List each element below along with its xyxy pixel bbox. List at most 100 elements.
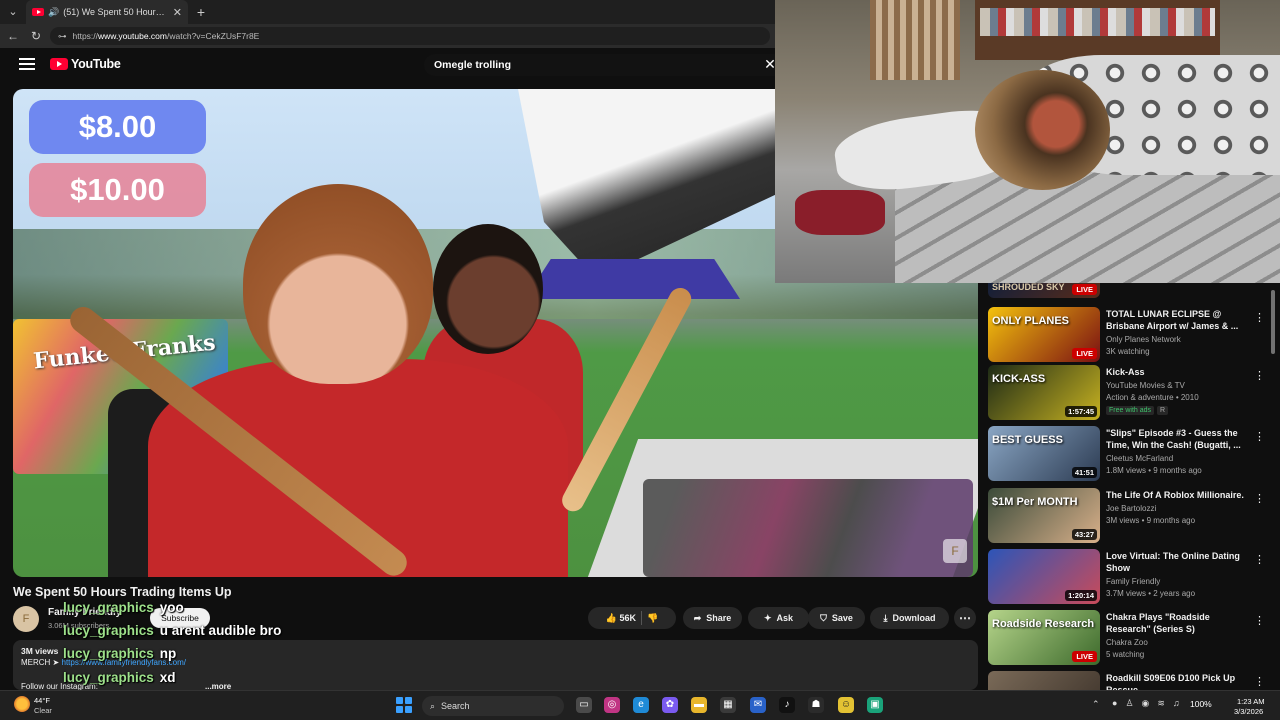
recommended-meta: 5 watching (1106, 650, 1145, 659)
recommended-video[interactable]: KICK-ASS 1:57:45 Kick-Ass YouTube Movies & … (988, 365, 1268, 423)
recommended-title[interactable]: TOTAL LUNAR ECLIPSE @ Brisbane Airport w… (1106, 309, 1246, 332)
snapchat-icon[interactable]: ☺ (838, 697, 854, 713)
like-count: 56K (619, 612, 637, 623)
more-options-icon[interactable]: ⋮ (1254, 614, 1265, 628)
recommended-video[interactable]: $1M Per MONTH 43:27 The Life Of A Roblox M… (988, 488, 1268, 546)
task-view-icon[interactable]: ▭ (576, 697, 592, 713)
webcam-person (975, 70, 1110, 190)
recommended-title[interactable]: Love Virtual: The Online Dating Show (1106, 551, 1246, 574)
recommended-title[interactable]: Kick-Ass (1106, 367, 1246, 379)
recommended-title[interactable]: The Life Of A Roblox Millionaire. (1106, 490, 1246, 502)
taskbar-search[interactable]: ⌕ Search (422, 696, 564, 716)
view-count: 3M views (21, 646, 59, 656)
start-button[interactable] (396, 697, 412, 713)
dislike-button[interactable]: 👎 (647, 613, 658, 624)
video-thumbnail[interactable]: Roadside Research LIVE (988, 610, 1100, 665)
copilot-icon[interactable]: ✿ (662, 697, 678, 713)
file-explorer-icon[interactable]: ▬ (691, 697, 707, 713)
video-thumbnail[interactable]: 1:20:14 (988, 549, 1100, 604)
webcam-red-object (795, 190, 885, 235)
chat-username: lucy_graphics (63, 670, 154, 685)
video-thumbnail[interactable]: LIVE SHROUDED SKY (988, 283, 1100, 298)
back-arrow-icon[interactable]: ← (5, 28, 21, 44)
app-icon[interactable]: ☗ (808, 697, 824, 713)
recommended-video[interactable]: ONLY PLANES LIVE TOTAL LUNAR ECLIPSE @ Bri… (988, 307, 1268, 365)
microphone-icon[interactable]: ♙ (1125, 698, 1133, 709)
download-button[interactable]: ⤓ Download (870, 607, 949, 629)
recommended-title[interactable]: "Slips" Episode #3 - Guess the Time, Win… (1106, 428, 1246, 451)
video-thumbnail[interactable]: KICK-ASS 1:57:45 (988, 365, 1100, 420)
wifi-icon[interactable]: ≋ (1157, 698, 1165, 709)
share-button[interactable]: ➦ Share (683, 607, 742, 629)
reload-icon[interactable]: ↻ (28, 28, 44, 44)
recommended-video[interactable]: BEST GUESS 41:51 "Slips" Episode #3 - Gues… (988, 426, 1268, 484)
video-thumbnail[interactable]: $1M Per MONTH 43:27 (988, 488, 1100, 543)
recommended-video[interactable]: Roadside Research LIVE Chakra Plays "Roads… (988, 610, 1268, 668)
edge-icon[interactable]: e (633, 697, 649, 713)
chat-text: np (159, 646, 177, 661)
store-icon[interactable]: ▦ (720, 697, 736, 713)
recommended-video[interactable]: Roadkill S09E06 D100 Pick Up Rescue ⋮ (988, 671, 1268, 690)
taskbar-search-label: Search (441, 701, 470, 711)
channel-avatar[interactable]: F (13, 606, 39, 632)
price-overlay-bottom: $10.00 (29, 163, 206, 217)
volume-icon[interactable]: ♫ (1173, 698, 1180, 709)
recommended-channel[interactable]: Joe Bartolozzi (1106, 504, 1156, 513)
recommended-title[interactable]: Chakra Plays "Roadside Research" (Series… (1106, 612, 1246, 635)
more-options-icon[interactable]: ⋮ (1254, 369, 1265, 383)
recommended-title[interactable]: Roadkill S09E06 D100 Pick Up Rescue (1106, 673, 1246, 690)
streaming-app-icon[interactable]: ▣ (867, 697, 883, 713)
more-options-icon[interactable]: ⋮ (1254, 675, 1265, 689)
like-button[interactable]: 👍 56K (606, 613, 636, 624)
sidebar-scrollbar-thumb[interactable] (1271, 290, 1275, 354)
recommended-channel[interactable]: Family Friendly (1106, 577, 1160, 586)
thumbnail-text: ONLY PLANES (992, 315, 1070, 327)
youtube-logo[interactable]: YouTube (50, 57, 121, 71)
download-icon: ⤓ (883, 612, 888, 623)
more-actions-button[interactable]: ⋯ (954, 607, 976, 629)
hamburger-menu-icon[interactable] (19, 58, 35, 72)
tiktok-icon[interactable]: ♪ (779, 697, 795, 713)
speaker-icon[interactable]: 🔊 (48, 7, 59, 18)
ask-button[interactable]: ✦ Ask (748, 607, 809, 629)
more-options-icon[interactable]: ⋮ (1254, 553, 1265, 567)
recommended-channel[interactable]: Chakra Zoo (1106, 638, 1148, 647)
more-options-icon[interactable]: ⋮ (1254, 430, 1265, 444)
mail-icon[interactable]: ✉ (750, 697, 766, 713)
more-options-icon[interactable]: ⋮ (1254, 311, 1265, 325)
more-options-icon[interactable]: ⋮ (1254, 492, 1265, 506)
chat-message: lucy_graphics xd (63, 670, 176, 685)
browser-tab[interactable]: 🔊 (51) We Spent 50 Hours Tradi... ✕ (26, 0, 188, 24)
site-info-icon[interactable]: ⊶ (58, 31, 67, 42)
merch-label: MERCH ➤ (21, 658, 60, 667)
weather-moon-icon[interactable] (14, 696, 30, 712)
recommended-meta: 1.8M views • 9 months ago (1106, 466, 1202, 475)
video-thumbnail[interactable]: BEST GUESS 41:51 (988, 426, 1100, 481)
video-thumbnail[interactable]: ONLY PLANES LIVE (988, 307, 1100, 362)
tray-overflow-chevron-icon[interactable]: ⌃ (1092, 699, 1100, 710)
tab-close-icon[interactable]: ✕ (173, 6, 182, 19)
recommended-video[interactable]: 1:20:14 Love Virtual: The Online Dating S… (988, 549, 1268, 607)
chat-text: xd (159, 670, 176, 685)
tab-list-chevron-icon[interactable]: ⌄ (4, 3, 22, 21)
clock-date[interactable]: 3/3/2026 (1234, 707, 1263, 716)
bookmark-icon: ⛉ (820, 612, 827, 623)
search-input[interactable]: Omegle trolling (424, 54, 776, 76)
channel-watermark-icon[interactable]: F (943, 539, 967, 563)
system-tray[interactable]: ● ♙ ◉ ≋ ♫ (1112, 698, 1180, 709)
recommended-channel[interactable]: Cleetus McFarland (1106, 454, 1173, 463)
webcam-overlay (775, 0, 1280, 283)
new-tab-button[interactable]: + (192, 3, 210, 21)
instagram-icon[interactable]: ◎ (604, 697, 620, 713)
recommended-meta: 3M views • 9 months ago (1106, 516, 1196, 525)
recommended-channel[interactable]: Only Planes Network (1106, 335, 1181, 344)
battery-indicator[interactable]: 100% (1190, 699, 1212, 709)
youtube-favicon-icon (32, 8, 44, 16)
video-thumbnail[interactable] (988, 671, 1100, 690)
location-icon[interactable]: ◉ (1142, 698, 1150, 709)
save-button[interactable]: ⛉ Save (808, 607, 865, 629)
url-field[interactable]: ⊶ https://www.youtube.com/watch?v=CekZUs… (50, 27, 770, 45)
recommended-channel[interactable]: YouTube Movies & TV (1106, 381, 1185, 390)
tray-app-icon[interactable]: ● (1112, 698, 1117, 709)
clock-time[interactable]: 1:23 AM (1237, 697, 1265, 706)
